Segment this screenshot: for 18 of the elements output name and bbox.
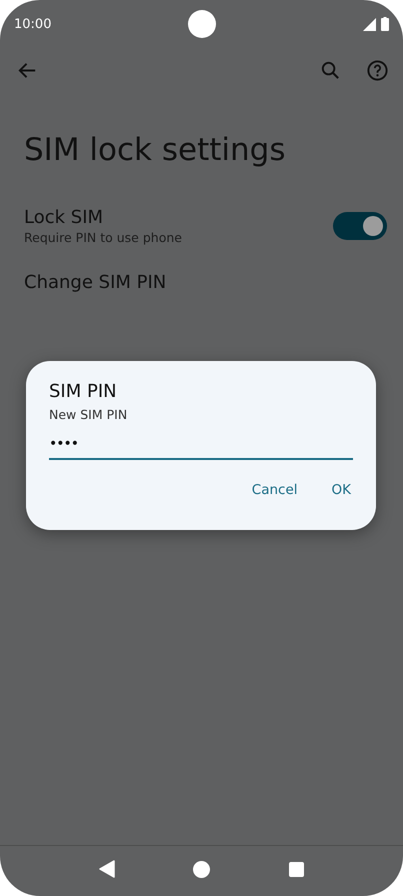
dialog-message: New SIM PIN (49, 407, 128, 422)
recents-icon[interactable] (288, 862, 304, 876)
signal-icon (363, 18, 376, 31)
setting-subtitle: Require PIN to use phone (24, 230, 183, 245)
setting-title[interactable]: Lock SIM (24, 207, 333, 228)
home-icon[interactable] (193, 860, 210, 878)
dialog-title: SIM PIN (49, 381, 118, 402)
setting-title[interactable]: Change SIM PIN (24, 272, 387, 292)
battery-icon (381, 17, 389, 31)
dialog-button[interactable]: OK (322, 476, 361, 504)
pin-field[interactable]: •••• (49, 432, 353, 460)
back-icon[interactable] (99, 860, 116, 878)
help-icon[interactable] (366, 58, 389, 82)
page-title: SIM lock settings (24, 131, 286, 170)
status-time: 10:00 (14, 16, 52, 32)
dialog-button[interactable]: Cancel (242, 476, 308, 504)
camera-icon (188, 10, 216, 38)
toggle-switch[interactable] (333, 212, 387, 240)
